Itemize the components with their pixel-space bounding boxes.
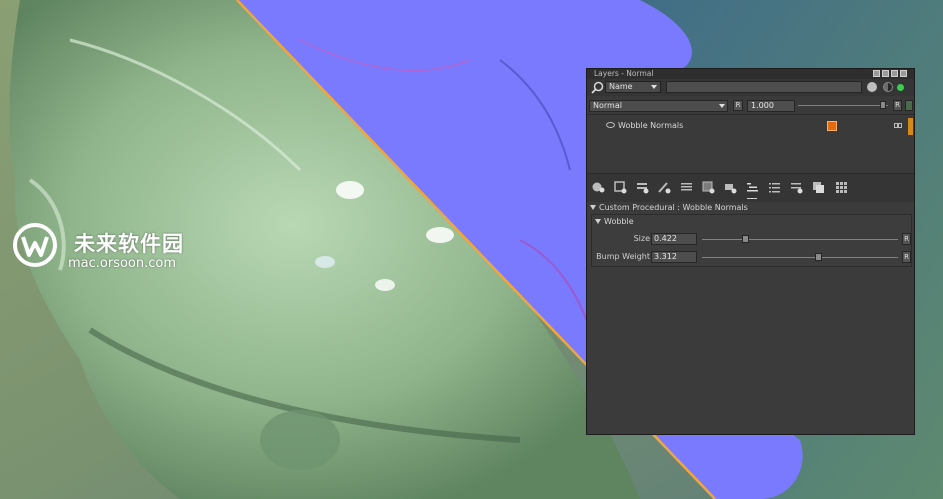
maximize-window-icon[interactable] — [891, 70, 898, 77]
size-reset-button[interactable]: R — [902, 233, 911, 245]
opacity-input[interactable]: 1.000 — [747, 100, 795, 112]
bump-weight-slider-track[interactable] — [702, 257, 898, 258]
watermark-logo — [13, 223, 57, 267]
layer-list-icon[interactable] — [768, 181, 781, 194]
bump-weight-reset-button[interactable]: R — [902, 251, 911, 263]
active-tool-indicator — [747, 198, 757, 199]
collapse-triangle-icon[interactable] — [595, 219, 601, 224]
search-icon[interactable] — [591, 81, 604, 94]
link-icon[interactable] — [894, 122, 902, 129]
layer-name: Wobble Normals — [618, 121, 684, 130]
panel-title-bar[interactable]: Layers - Normal — [587, 69, 914, 79]
layer-settings-row: Normal R 1.000 R — [587, 99, 914, 115]
param-row-bump-weight: Bump Weight 3.312 R — [592, 250, 911, 264]
add-group-icon[interactable] — [724, 181, 737, 194]
panel-title: Layers - Normal — [594, 69, 654, 78]
section-header[interactable]: Custom Procedural : Wobble Normals — [590, 202, 748, 214]
status-indicator-icon — [897, 84, 904, 91]
layers-panel: Layers - Normal Name Normal R 1.000 R Wo… — [586, 68, 915, 435]
opacity-slider-track[interactable] — [798, 105, 888, 106]
watermark: 未来软件园 mac.orsoon.com — [12, 222, 212, 274]
blend-mode-select[interactable]: Normal — [589, 100, 728, 112]
grid-view-icon[interactable] — [835, 181, 848, 194]
filter-toggle-icon[interactable] — [883, 82, 893, 92]
add-adjustment-layer-icon[interactable] — [680, 181, 693, 194]
layer-toolbar — [587, 173, 914, 203]
size-input[interactable]: 0.422 — [651, 233, 697, 245]
float-window-icon[interactable] — [873, 70, 880, 77]
chevron-down-icon — [719, 104, 725, 108]
clear-search-icon[interactable] — [867, 82, 877, 92]
opacity-reset-button[interactable]: R — [893, 100, 902, 111]
search-field-select[interactable]: Name — [605, 81, 661, 93]
param-group-wobble: Wobble Size 0.422 R Bump Weight 3.312 R — [591, 214, 912, 267]
add-mask-icon[interactable] — [702, 181, 715, 194]
add-procedural-layer-icon[interactable] — [658, 181, 671, 194]
remove-layer-icon[interactable] — [790, 181, 803, 194]
section-title: Custom Procedural : Wobble Normals — [599, 203, 748, 212]
layer-row[interactable]: Wobble Normals — [587, 118, 914, 135]
size-slider-thumb[interactable] — [742, 235, 750, 243]
add-fill-layer-icon[interactable] — [636, 181, 649, 194]
sort-layers-icon[interactable] — [746, 181, 759, 194]
layer-list: Wobble Normals — [587, 115, 914, 173]
bump-weight-input[interactable]: 3.312 — [651, 251, 697, 263]
opacity-slider-thumb[interactable] — [880, 101, 886, 109]
param-label: Size — [633, 234, 650, 243]
search-row: Name — [587, 79, 914, 96]
copy-layer-icon[interactable] — [812, 181, 825, 194]
minimize-window-icon[interactable] — [882, 70, 889, 77]
chevron-down-icon — [651, 85, 657, 89]
close-window-icon[interactable] — [900, 70, 907, 77]
search-field-select-value: Name — [609, 82, 633, 91]
bump-weight-slider-thumb[interactable] — [814, 253, 822, 261]
param-label: Bump Weight — [596, 252, 650, 261]
layer-color-tag — [908, 118, 913, 135]
size-slider-track[interactable] — [702, 239, 898, 240]
collapse-triangle-icon[interactable] — [590, 205, 596, 210]
lock-opacity-icon[interactable] — [905, 100, 913, 111]
properties-panel: Custom Procedural : Wobble Normals Wobbl… — [587, 202, 914, 434]
group-header[interactable]: Wobble — [595, 216, 634, 227]
blend-mode-value: Normal — [593, 101, 622, 110]
watermark-title: 未来软件园 — [74, 232, 184, 256]
watermark-url: mac.orsoon.com — [68, 256, 177, 271]
blend-reset-button[interactable]: R — [733, 100, 743, 111]
add-layer-icon[interactable] — [592, 181, 605, 194]
search-input[interactable] — [666, 81, 862, 93]
add-paint-layer-icon[interactable] — [614, 181, 627, 194]
param-row-size: Size 0.422 R — [592, 232, 911, 246]
eye-icon[interactable] — [606, 122, 615, 128]
group-title: Wobble — [604, 217, 634, 226]
procedural-layer-icon — [827, 121, 837, 131]
